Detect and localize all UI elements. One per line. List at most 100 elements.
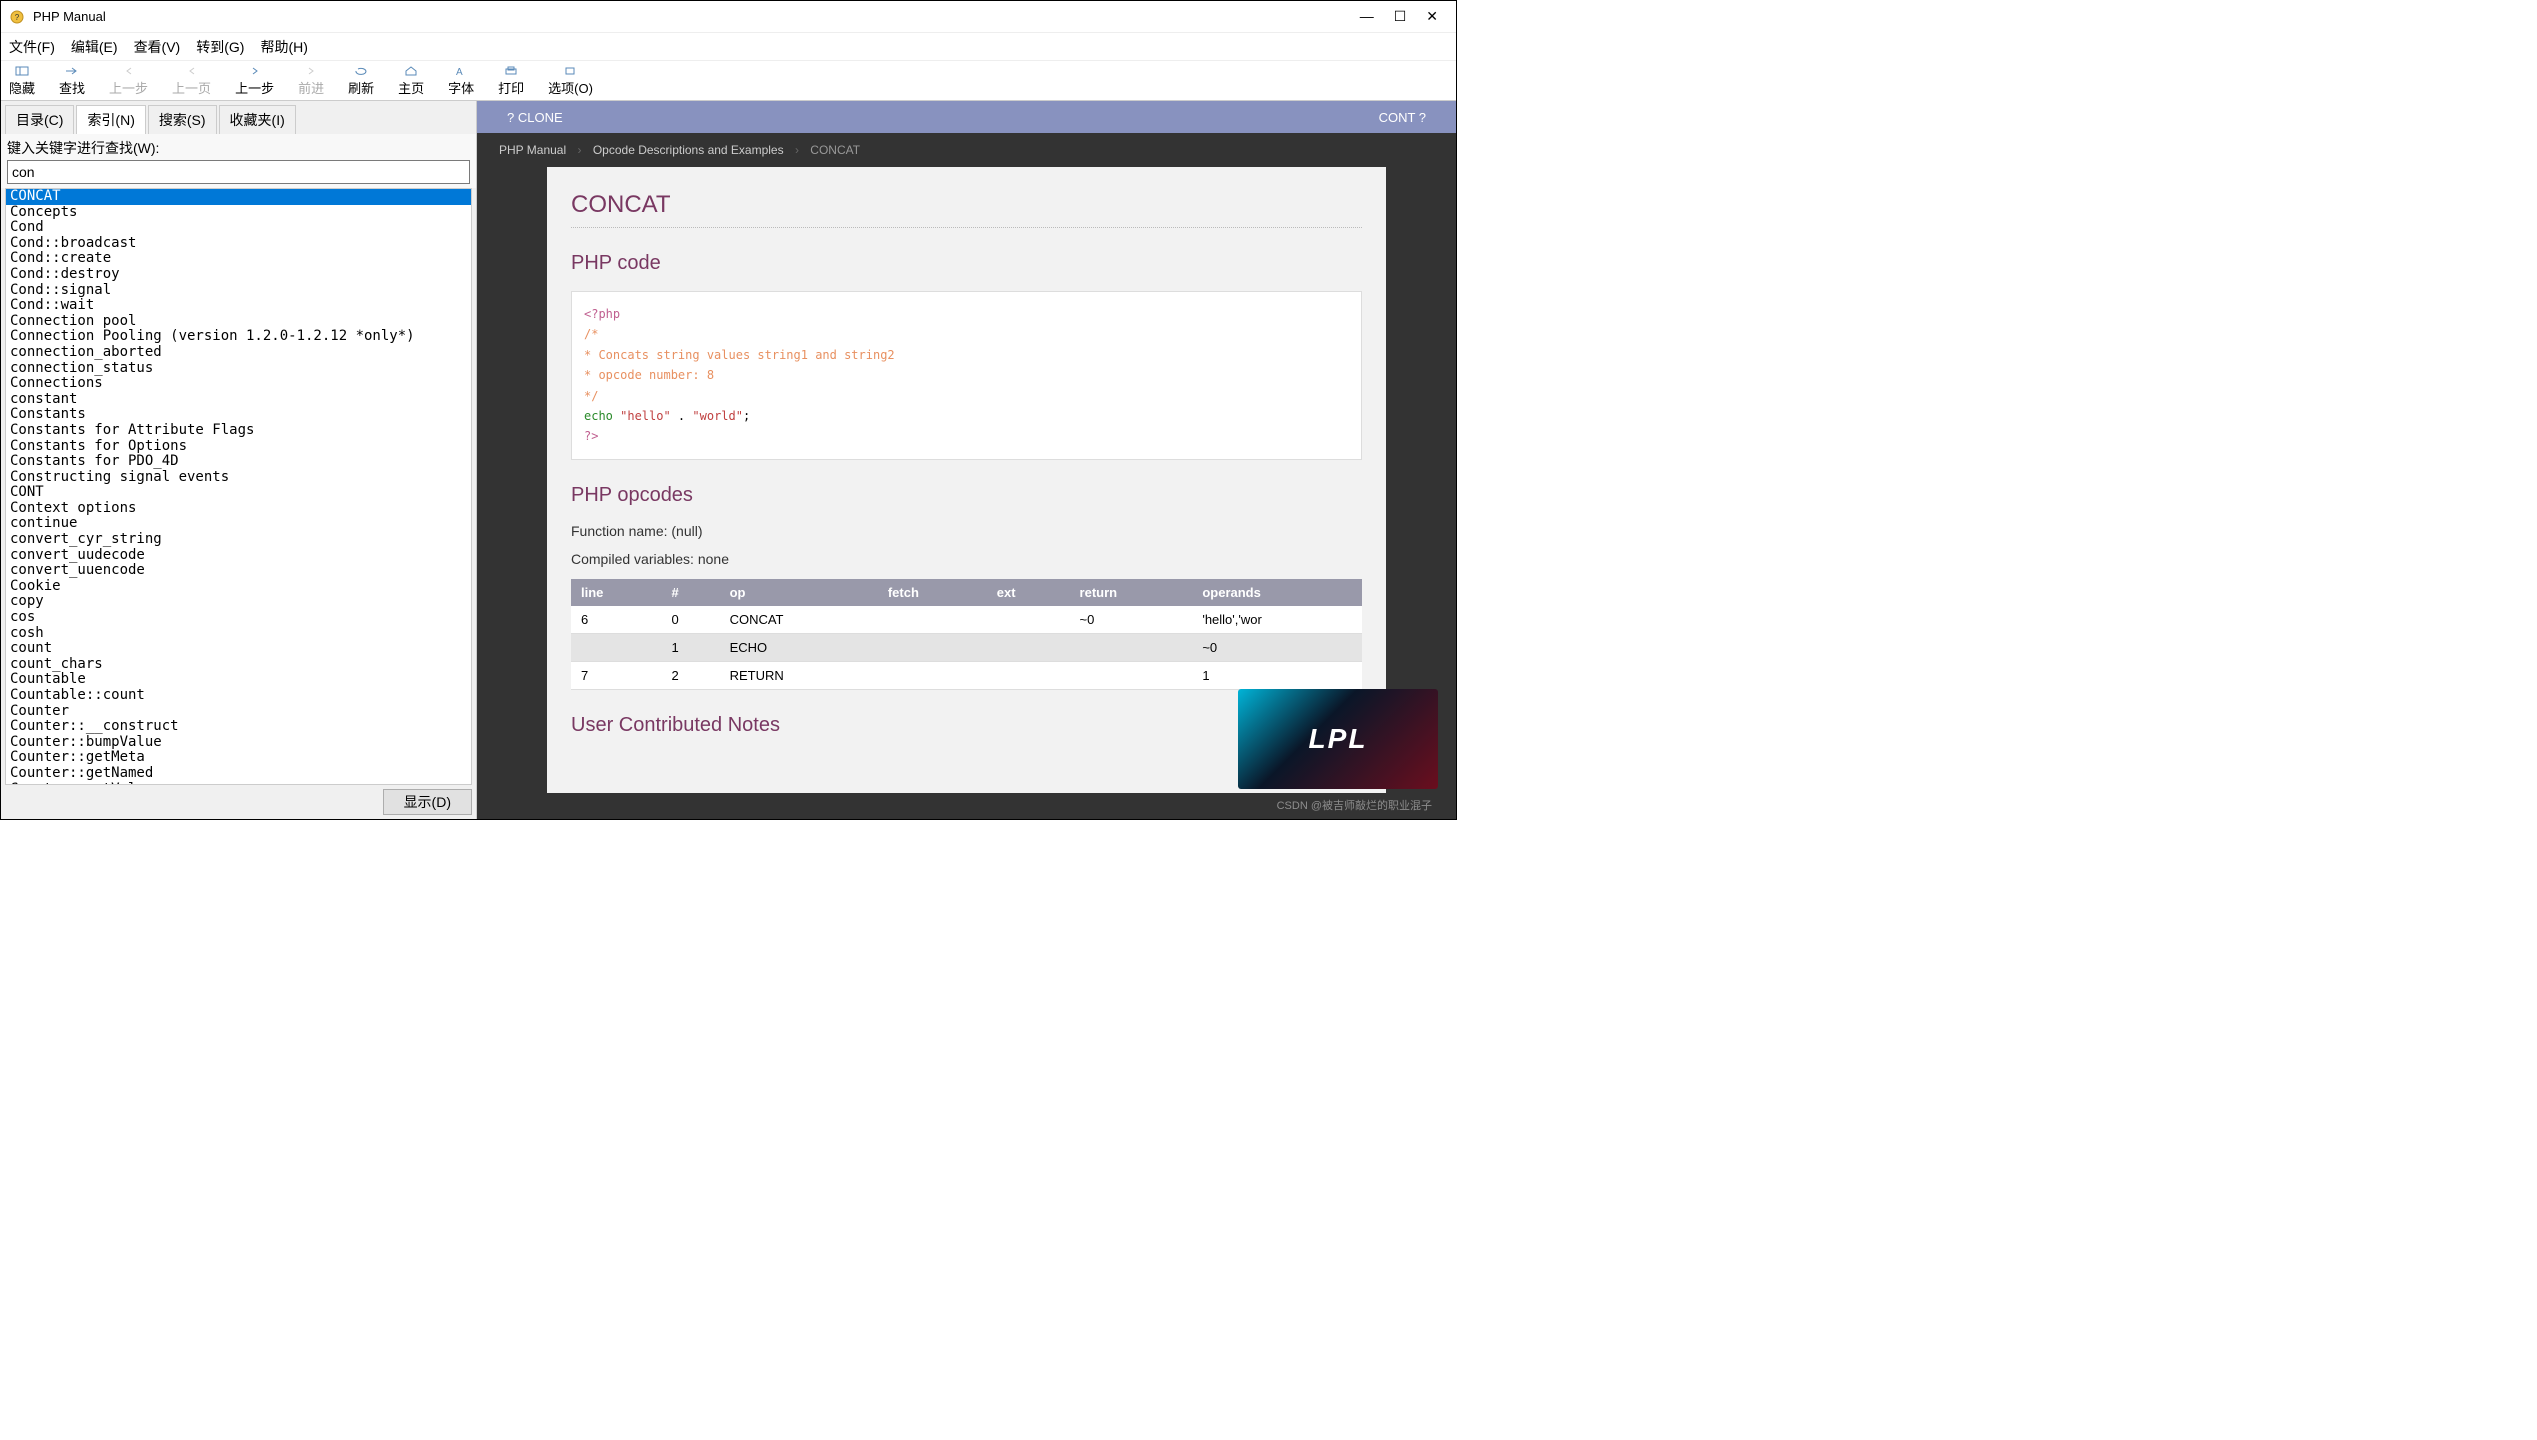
close-button[interactable]: ✕ xyxy=(1426,8,1438,25)
list-item[interactable]: Cond xyxy=(6,220,471,236)
minimize-button[interactable]: — xyxy=(1360,8,1374,25)
menu-goto[interactable]: 转到(G) xyxy=(196,37,244,57)
list-item[interactable]: CONT xyxy=(6,485,471,501)
menu-help[interactable]: 帮助(H) xyxy=(260,37,307,57)
table-row: 72RETURN1 xyxy=(571,661,1362,689)
list-item[interactable]: cosh xyxy=(6,626,471,642)
list-item[interactable]: convert_cyr_string xyxy=(6,532,471,548)
svg-text:A: A xyxy=(456,67,463,77)
breadcrumb-root[interactable]: PHP Manual xyxy=(499,143,566,157)
list-item[interactable]: Connection Pooling (version 1.2.0-1.2.12… xyxy=(6,329,471,345)
breadcrumb: PHP Manual › Opcode Descriptions and Exa… xyxy=(477,133,1456,167)
code-block: <?php /* * Concats string values string1… xyxy=(571,291,1362,460)
list-item[interactable]: Connection pool xyxy=(6,314,471,330)
list-item[interactable]: copy xyxy=(6,594,471,610)
list-item[interactable]: Counter::getMeta xyxy=(6,750,471,766)
table-header: operands xyxy=(1192,579,1362,606)
list-item[interactable]: connection_aborted xyxy=(6,345,471,361)
window-title: PHP Manual xyxy=(33,9,1360,24)
table-header: ext xyxy=(987,579,1070,606)
left-panel: 目录(C) 索引(N) 搜索(S) 收藏夹(I) 键入关键字进行查找(W): C… xyxy=(1,101,477,819)
toolbar-forward[interactable]: 上一步 xyxy=(235,65,274,97)
index-list[interactable]: CONCATConceptsCondCond::broadcastCond::c… xyxy=(5,188,472,785)
search-input[interactable] xyxy=(7,160,470,184)
toolbar-back: 上一步 xyxy=(109,65,148,97)
toolbar-next: 前进 xyxy=(298,65,324,97)
menu-file[interactable]: 文件(F) xyxy=(9,37,55,57)
toolbar-print[interactable]: 打印 xyxy=(498,65,524,97)
list-item[interactable]: Counter::bumpValue xyxy=(6,735,471,751)
list-item[interactable]: CONCAT xyxy=(6,189,471,205)
tab-index[interactable]: 索引(N) xyxy=(76,105,145,134)
doc-navbar: ? CLONE CONT ? xyxy=(477,101,1456,133)
list-item[interactable]: constant xyxy=(6,392,471,408)
list-item[interactable]: Cond::broadcast xyxy=(6,236,471,252)
toolbar-options[interactable]: 选项(O) xyxy=(548,65,593,97)
list-item[interactable]: Countable xyxy=(6,672,471,688)
nav-next-link[interactable]: CONT ? xyxy=(1379,110,1426,125)
list-item[interactable]: Countable::count xyxy=(6,688,471,704)
list-item[interactable]: Constants xyxy=(6,407,471,423)
tab-favorites[interactable]: 收藏夹(I) xyxy=(219,105,296,134)
menu-edit[interactable]: 编辑(E) xyxy=(71,37,118,57)
list-item[interactable]: Constants for Options xyxy=(6,439,471,455)
list-item[interactable]: Concepts xyxy=(6,205,471,221)
breadcrumb-section[interactable]: Opcode Descriptions and Examples xyxy=(593,143,784,157)
list-item[interactable]: Cond::signal xyxy=(6,283,471,299)
list-item[interactable]: continue xyxy=(6,516,471,532)
list-item[interactable]: convert_uuencode xyxy=(6,563,471,579)
opcodes-table: line#opfetchextreturnoperands 60CONCAT~0… xyxy=(571,579,1362,690)
table-header: fetch xyxy=(878,579,987,606)
table-header: # xyxy=(661,579,719,606)
lpl-overlay[interactable]: LPL xyxy=(1238,689,1438,789)
toolbar-font[interactable]: A字体 xyxy=(448,65,474,97)
page-title: CONCAT xyxy=(571,191,1362,228)
search-label: 键入关键字进行查找(W): xyxy=(7,138,470,158)
svg-text:?: ? xyxy=(15,13,20,22)
list-item[interactable]: count xyxy=(6,641,471,657)
list-item[interactable]: Cond::create xyxy=(6,251,471,267)
menubar: 文件(F) 编辑(E) 查看(V) 转到(G) 帮助(H) xyxy=(1,33,1456,61)
table-header: line xyxy=(571,579,661,606)
list-item[interactable]: count_chars xyxy=(6,657,471,673)
function-name: Function name: (null) xyxy=(571,523,1362,539)
compiled-variables: Compiled variables: none xyxy=(571,551,1362,567)
nav-prev-link[interactable]: ? CLONE xyxy=(507,110,563,125)
list-item[interactable]: Cond::destroy xyxy=(6,267,471,283)
list-item[interactable]: Counter xyxy=(6,704,471,720)
titlebar: ? PHP Manual — ☐ ✕ xyxy=(1,1,1456,33)
toolbar-prevpage: 上一页 xyxy=(172,65,211,97)
toolbar-refresh[interactable]: 刷新 xyxy=(348,65,374,97)
list-item[interactable]: Constants for PDO_4D xyxy=(6,454,471,470)
list-item[interactable]: Cond::wait xyxy=(6,298,471,314)
list-item[interactable]: Counter::__construct xyxy=(6,719,471,735)
heading-php-code: PHP code xyxy=(571,252,1362,275)
list-item[interactable]: cos xyxy=(6,610,471,626)
show-button[interactable]: 显示(D) xyxy=(383,789,472,815)
list-item[interactable]: Cookie xyxy=(6,579,471,595)
list-item[interactable]: Constructing signal events xyxy=(6,470,471,486)
list-item[interactable]: convert_uudecode xyxy=(6,548,471,564)
menu-view[interactable]: 查看(V) xyxy=(134,37,181,57)
app-icon: ? xyxy=(9,9,25,25)
watermark: CSDN @被吉师敲烂的职业混子 xyxy=(1277,797,1432,813)
heading-opcodes: PHP opcodes xyxy=(571,484,1362,507)
tab-toc[interactable]: 目录(C) xyxy=(5,105,74,134)
list-item[interactable]: Connections xyxy=(6,376,471,392)
list-item[interactable]: Context options xyxy=(6,501,471,517)
toolbar: 隐藏 查找 上一步 上一页 上一步 前进 刷新 主页 A字体 打印 选项(O) xyxy=(1,61,1456,101)
toolbar-hide[interactable]: 隐藏 xyxy=(9,65,35,97)
toolbar-home[interactable]: 主页 xyxy=(398,65,424,97)
toolbar-find[interactable]: 查找 xyxy=(59,65,85,97)
nav-tabs: 目录(C) 索引(N) 搜索(S) 收藏夹(I) xyxy=(1,101,476,134)
table-header: return xyxy=(1070,579,1193,606)
tab-search[interactable]: 搜索(S) xyxy=(148,105,217,134)
content-pane[interactable]: ? CLONE CONT ? PHP Manual › Opcode Descr… xyxy=(477,101,1456,819)
lpl-logo-text: LPL xyxy=(1309,723,1368,755)
breadcrumb-current: CONCAT xyxy=(810,143,860,157)
list-item[interactable]: Counter::getNamed xyxy=(6,766,471,782)
table-row: 1ECHO~0 xyxy=(571,633,1362,661)
maximize-button[interactable]: ☐ xyxy=(1394,8,1407,25)
list-item[interactable]: Constants for Attribute Flags xyxy=(6,423,471,439)
list-item[interactable]: connection_status xyxy=(6,361,471,377)
